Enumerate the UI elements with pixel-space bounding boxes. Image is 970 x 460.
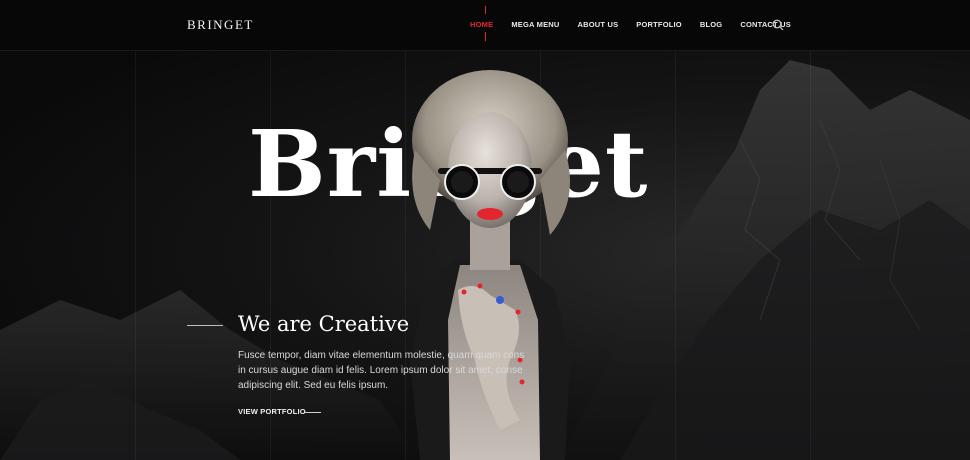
- search-icon[interactable]: [772, 19, 784, 31]
- nav-item-mega-menu[interactable]: MEGA MENU: [511, 20, 559, 29]
- active-indicator: [485, 32, 486, 41]
- active-indicator: [485, 6, 486, 14]
- top-navigation-bar: BRINGET HOME MEGA MENU ABOUT US PORTFOLI…: [0, 0, 970, 51]
- nav-item-blog[interactable]: BLOG: [700, 20, 722, 29]
- nav-item-label: PORTFOLIO: [636, 20, 682, 29]
- nav-item-about-us[interactable]: ABOUT US: [578, 20, 619, 29]
- tagline-divider: [187, 325, 223, 326]
- cta-divider: [305, 412, 321, 413]
- nav-item-label: ABOUT US: [577, 20, 619, 29]
- grid-line: [135, 50, 136, 460]
- hero-tagline: We are Creative: [238, 312, 410, 336]
- grid-line: [810, 50, 811, 460]
- description-line: in cursus augue diam id felis. Lorem ips…: [238, 365, 523, 376]
- nav-item-label: HOME: [470, 20, 494, 29]
- nav-item-portfolio[interactable]: PORTFOLIO: [636, 20, 682, 29]
- view-portfolio-link[interactable]: VIEW PORTFOLIO: [238, 407, 306, 416]
- nav-item-home[interactable]: HOME: [470, 6, 494, 41]
- description-line: adipiscing elit. Sed eu felis ipsum.: [238, 380, 389, 391]
- nav-item-label: MEGA MENU: [511, 20, 560, 29]
- site-logo[interactable]: BRINGET: [187, 17, 254, 33]
- page: Bringet: [0, 0, 970, 460]
- main-nav: HOME MEGA MENU ABOUT US PORTFOLIO BLOG C…: [470, 6, 809, 41]
- hero-description: Fusce tempor, diam vitae elementum moles…: [238, 348, 525, 393]
- grid-line: [675, 50, 676, 460]
- nav-item-label: BLOG: [699, 20, 723, 29]
- model-portrait-image: [410, 70, 570, 460]
- description-line: Fusce tempor, diam vitae elementum moles…: [238, 350, 525, 361]
